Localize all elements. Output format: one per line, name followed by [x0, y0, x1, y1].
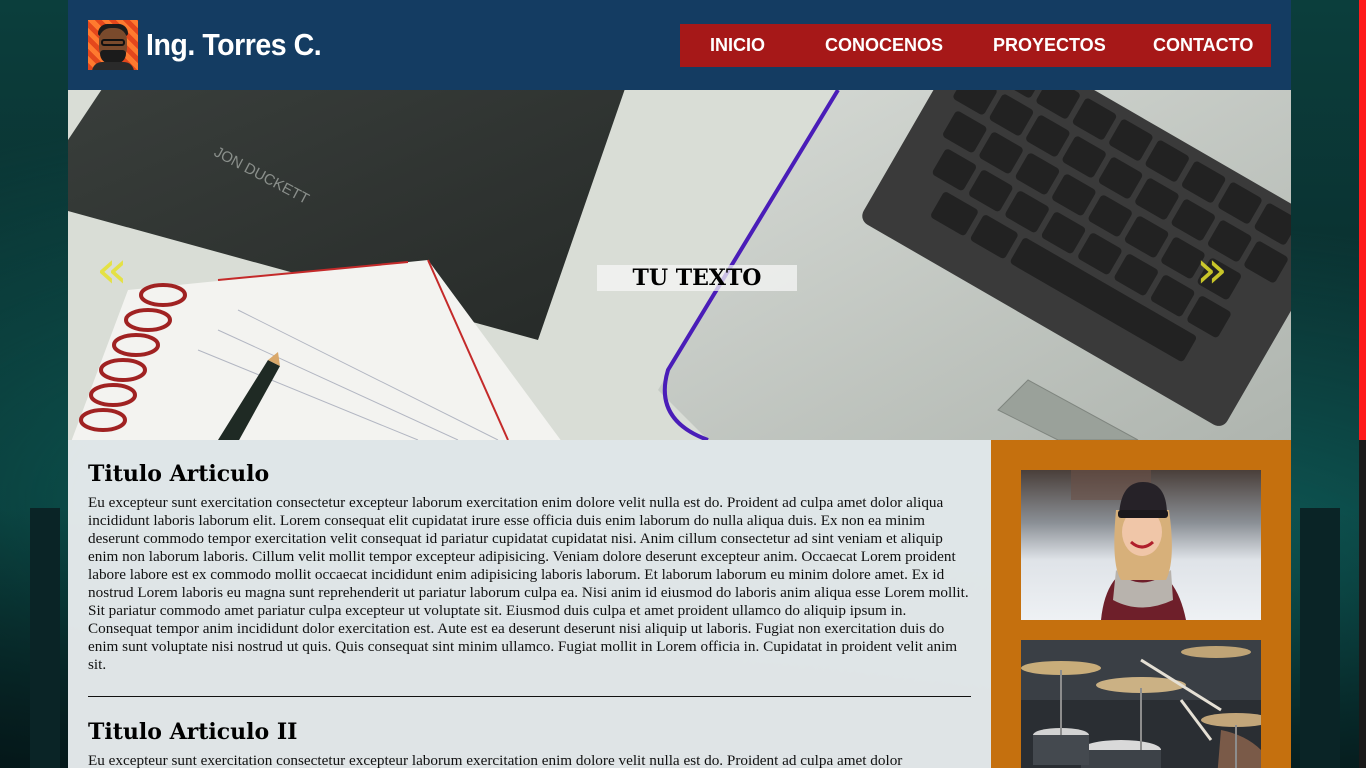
chevron-double-left-icon[interactable]: « [96, 240, 128, 300]
hero-caption: TU TEXTO [597, 265, 797, 291]
article-body: Eu excepteur sunt exercitation consectet… [88, 494, 969, 673]
hero-slider: JON DUCKETT « TU TEXTO » [68, 90, 1291, 440]
article-body: Eu excepteur sunt exercitation consectet… [88, 752, 903, 768]
site-brand-title[interactable]: Ing. Torres C. [146, 24, 322, 66]
sidebar-gallery [991, 440, 1291, 768]
nav-item-conocenos[interactable]: CONOCENOS [825, 24, 943, 67]
page-scrollbar[interactable] [1359, 0, 1366, 768]
site-header: Ing. Torres C. INICIO CONOCENOS PROYECTO… [68, 0, 1291, 90]
main-content: Titulo Articulo Eu excepteur sunt exerci… [68, 440, 991, 768]
page-wrapper: Ing. Torres C. INICIO CONOCENOS PROYECTO… [68, 0, 1291, 768]
chevron-double-right-icon[interactable]: » [1196, 240, 1228, 300]
article-title: Titulo Articulo [88, 461, 270, 487]
nav-item-inicio[interactable]: INICIO [710, 24, 765, 67]
article-divider [88, 696, 971, 697]
article-title: Titulo Articulo II [88, 719, 298, 745]
main-nav: INICIO CONOCENOS PROYECTOS CONTACTO [680, 24, 1271, 67]
nav-item-proyectos[interactable]: PROYECTOS [993, 24, 1106, 67]
avatar-logo-icon[interactable] [88, 20, 138, 70]
article-1: Titulo Articulo Eu excepteur sunt exerci… [88, 460, 971, 674]
gallery-image-woman[interactable] [1021, 470, 1261, 620]
nav-item-contacto[interactable]: CONTACTO [1153, 24, 1253, 67]
scrollbar-thumb[interactable] [1359, 0, 1366, 440]
article-2: Titulo Articulo II Eu excepteur sunt exe… [88, 718, 971, 768]
gallery-image-drums[interactable] [1021, 640, 1261, 768]
